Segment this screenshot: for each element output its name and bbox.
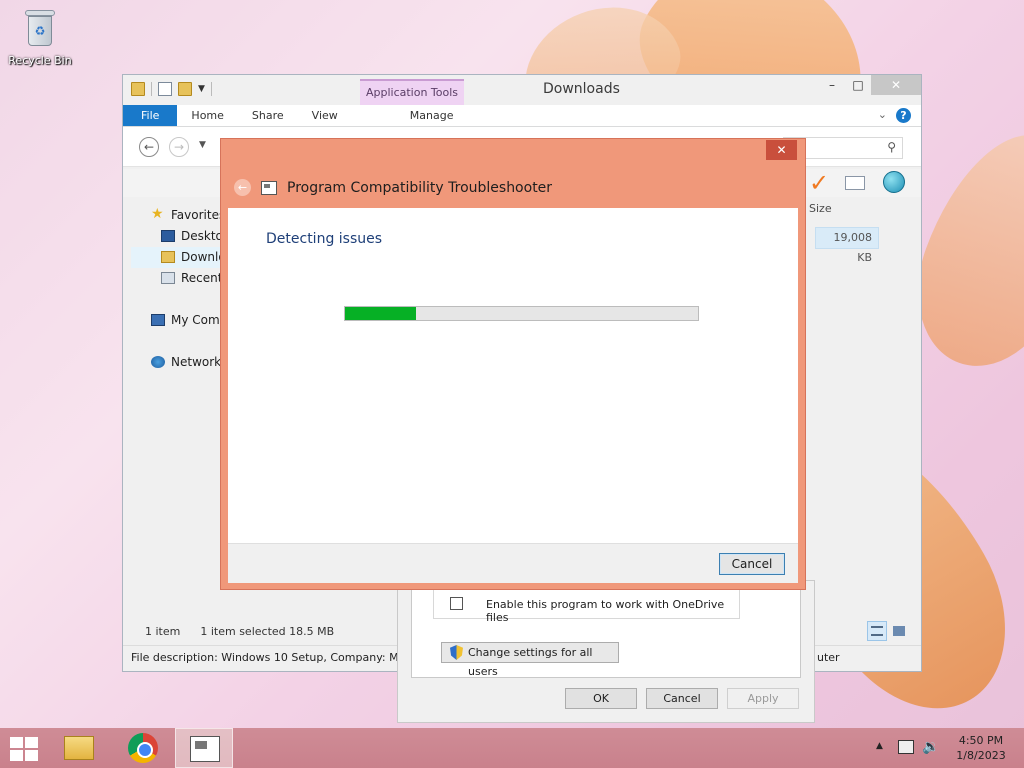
expand-ribbon-chevron-icon[interactable]: ⌄ [878,108,887,121]
tab-manage[interactable]: Manage [382,105,482,126]
recycle-bin-shortcut[interactable]: ♻ Recycle Bin [8,6,72,67]
change-settings-label: Change settings for all users [468,646,593,678]
change-settings-all-users-button[interactable]: Change settings for all users [441,642,619,678]
show-hidden-icons-chevron-icon[interactable]: ▲ [876,741,883,751]
window-controls: – □ ✕ [819,75,921,95]
uac-shield-icon [450,645,463,660]
progress-fill [345,307,416,320]
quick-access-toolbar: ▼ [131,82,212,96]
sidebar-item-label: Favorites [171,208,226,222]
large-icons-view-icon [893,626,905,636]
tab-share[interactable]: Share [238,105,298,126]
start-button[interactable] [10,737,38,761]
toolbar-separator [210,82,212,96]
taskbar-troubleshooter[interactable] [175,728,233,768]
status-bar: 1 item 1 item selected 18.5 MB [145,625,334,638]
properties-dialog: Enable this program to work with OneDriv… [397,580,815,723]
tab-view[interactable]: View [298,105,352,126]
properties-cancel-button[interactable]: Cancel [646,688,718,709]
sidebar-item-label: Network [171,355,222,369]
compatibility-panel: Enable this program to work with OneDriv… [411,581,801,678]
new-folder-icon[interactable] [178,82,192,96]
file-description-tail: uter [817,651,840,664]
tab-file[interactable]: File [123,105,178,126]
close-button[interactable]: ✕ [871,75,921,95]
clock-time: 4:50 PM [958,734,1004,747]
onedrive-checkbox[interactable] [450,597,463,610]
recycle-bin-label: Recycle Bin [8,54,72,67]
recycle-bin-icon: ♻ [23,6,57,48]
onedrive-checkbox-label: Enable this program to work with OneDriv… [486,598,725,624]
apply-button[interactable]: Apply [727,688,799,709]
details-view-button[interactable] [867,621,887,641]
troubleshooter-body: Detecting issues [228,208,798,543]
ribbon-tabs: File Home Share View Manage ⌄ ? [123,105,921,127]
maximize-button[interactable]: □ [845,75,871,95]
properties-icon[interactable] [158,82,172,96]
desktop-icon [161,230,175,242]
troubleshooter-icon [261,180,277,195]
chrome-icon [128,733,158,763]
network-icon [151,356,165,368]
folder-icon [131,82,145,96]
application-tools-context-tab: Application Tools [360,79,464,105]
forward-button[interactable]: → [169,137,189,157]
volume-icon[interactable]: 🔉 [922,739,939,755]
star-icon: ★ [151,206,164,222]
search-icon: ⚲ [887,140,896,154]
recent-places-icon [161,272,175,284]
network-status-icon[interactable] [898,740,914,754]
troubleshooter-footer: Cancel [228,543,798,583]
item-count: 1 item [145,625,181,638]
large-icons-view-button[interactable] [889,621,909,641]
computer-icon [151,314,165,326]
progress-bar [344,306,699,321]
checkmark-icon: ✓ [809,169,830,197]
troubleshooter-app-icon [190,736,220,762]
customize-toolbar-chevron-icon[interactable]: ▼ [198,84,205,94]
minimize-button[interactable]: – [819,75,845,95]
file-explorer-icon [64,736,94,760]
windows-logo-icon [10,737,23,748]
window-title: Downloads [543,81,620,97]
clock-date: 1/8/2023 [956,749,1006,762]
details-view-icon [871,626,883,636]
file-size-cell[interactable]: 19,008 KB [815,227,879,264]
view-switcher [867,621,909,641]
cancel-button[interactable]: Cancel [719,553,785,575]
onedrive-option-group: Enable this program to work with OneDriv… [433,587,740,624]
explorer-titlebar: ▼ Application Tools Downloads – □ ✕ [123,75,921,105]
globe-icon [883,171,905,193]
taskbar-chrome[interactable] [114,728,172,768]
troubleshooter-dialog: ✕ ← Program Compatibility Troubleshooter… [220,138,806,590]
taskbar: ▲ 🔉 4:50 PM 1/8/2023 [0,728,1024,768]
clock[interactable]: 4:50 PM 1/8/2023 [948,733,1014,763]
help-icon[interactable]: ? [896,108,911,123]
dialog-title: Program Compatibility Troubleshooter [287,179,553,196]
close-button[interactable]: ✕ [766,140,797,160]
back-arrow-icon[interactable]: ← [234,179,251,196]
status-heading: Detecting issues [266,231,383,247]
toolbar-separator [151,82,152,96]
troubleshooter-header: ← Program Compatibility Troubleshooter [234,179,552,196]
column-header-size[interactable]: Size [809,202,832,215]
taskbar-file-explorer[interactable] [50,728,108,768]
tab-home[interactable]: Home [177,105,237,126]
selection-info: 1 item selected 18.5 MB [200,625,335,638]
ok-button[interactable]: OK [565,688,637,709]
recent-locations-chevron-icon[interactable]: ▼ [199,140,206,150]
downloads-folder-icon [161,251,175,263]
back-button[interactable]: ← [139,137,159,157]
preview-pane-icon[interactable] [845,176,865,190]
